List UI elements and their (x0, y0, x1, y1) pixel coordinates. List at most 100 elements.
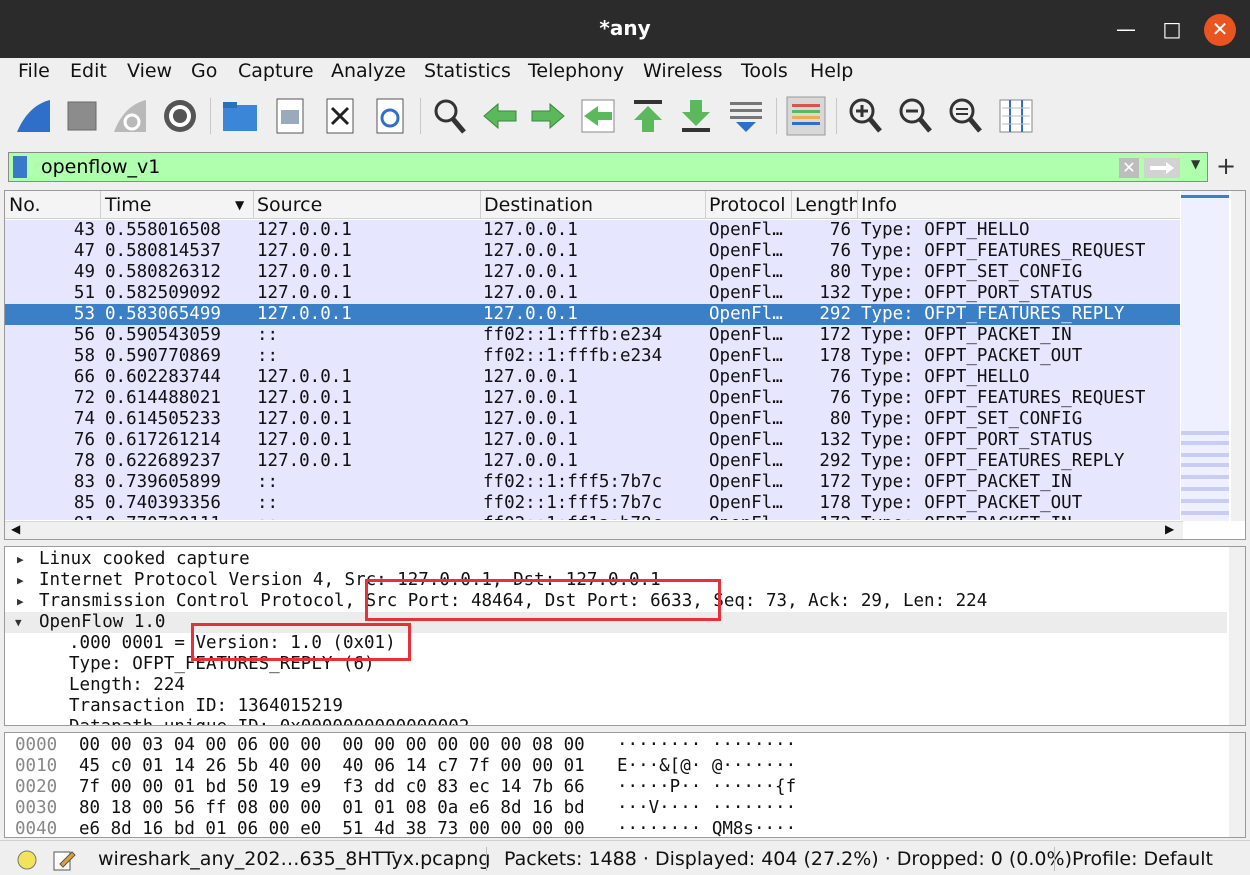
packet-row[interactable]: 56 0.590543059:: ff02::1:fffb:e234 OpenFl… 1… (5, 325, 1180, 346)
column-length[interactable]: Length (795, 194, 857, 216)
packet-row[interactable]: 78 0.622689237 127.0.0.1 127.0.0.1 OpenFl… 29… (5, 451, 1180, 472)
save-file-icon[interactable] (270, 96, 310, 136)
menu-wireless[interactable]: Wireless (643, 60, 723, 82)
packet-destination: 127.0.0.1 (483, 304, 578, 324)
collapse-arrow-icon[interactable]: ▼ (15, 612, 22, 633)
packet-row[interactable]: 58 0.590770869:: ff02::1:fffb:e234 OpenFl… 1… (5, 346, 1180, 367)
minimize-button[interactable]: — (1110, 14, 1142, 46)
packet-bytes-pane: 0000 00 00 03 04 00 06 00 00 00 00 00 00 … (4, 732, 1246, 838)
go-to-packet-icon[interactable] (578, 96, 618, 136)
reload-file-icon[interactable] (370, 96, 410, 136)
column-divider[interactable] (253, 191, 254, 219)
scroll-right-icon[interactable]: ▶ (1165, 522, 1174, 536)
tree-item-datapath-id[interactable]: ▶ Datapath unique ID: 0x0000000000000002 (5, 717, 1227, 725)
resize-columns-icon[interactable] (996, 96, 1036, 136)
column-divider[interactable] (100, 191, 101, 219)
close-window-button[interactable]: ✕ (1204, 14, 1236, 46)
tree-item-type[interactable]: Type: OFPT_FEATURES_REPLY (6) (5, 654, 1227, 675)
packet-source: 127.0.0.1 (257, 451, 352, 471)
expand-arrow-icon[interactable]: ▶ (17, 591, 24, 612)
bytes-vertical-scrollbar[interactable] (1229, 733, 1245, 837)
go-forward-arrow-icon[interactable] (528, 96, 568, 136)
packet-row[interactable]: 43 0.558016508 127.0.0.1 127.0.0.1 OpenFl… 76… (5, 220, 1180, 241)
hex-row[interactable]: 0000 00 00 03 04 00 06 00 00 00 00 00 00 … (5, 735, 1227, 756)
restart-fin-icon[interactable] (110, 96, 150, 136)
packet-row[interactable]: 51 0.582509092 127.0.0.1 127.0.0.1 OpenFl… 13… (5, 283, 1180, 304)
tree-item-version[interactable]: .000 0001 = Version: 1.0 (0x01) (5, 633, 1227, 654)
tree-item-linux-cooked[interactable]: ▶ Linux cooked capture (5, 549, 1227, 570)
menu-view[interactable]: View (127, 60, 172, 82)
zoom-in-icon[interactable] (846, 96, 886, 136)
capture-options-gear-icon[interactable] (160, 96, 200, 136)
menu-statistics[interactable]: Statistics (424, 60, 511, 82)
edit-comment-icon[interactable] (52, 848, 76, 872)
menu-edit[interactable]: Edit (70, 60, 107, 82)
menu-help[interactable]: Help (810, 60, 853, 82)
column-divider[interactable] (705, 191, 706, 219)
packet-minimap[interactable] (1181, 191, 1229, 521)
clear-filter-icon[interactable]: ✕ (1119, 158, 1139, 178)
packet-row[interactable]: 47 0.580814537 127.0.0.1 127.0.0.1 OpenFl… 76… (5, 241, 1180, 262)
column-destination[interactable]: Destination (484, 194, 593, 216)
go-first-icon[interactable] (628, 96, 668, 136)
menu-telephony[interactable]: Telephony (528, 60, 624, 82)
shark-fin-start-icon[interactable] (14, 96, 54, 136)
menu-analyze[interactable]: Analyze (331, 60, 406, 82)
display-filter-input[interactable] (39, 153, 1119, 181)
packet-row[interactable]: 49 0.580826312 127.0.0.1 127.0.0.1 OpenFl… 80… (5, 262, 1180, 283)
tree-item-transaction-id[interactable]: Transaction ID: 1364015219 (5, 696, 1227, 717)
packet-row[interactable]: 83 0.739605899:: ff02::1:fff5:7b7c OpenFl… 1… (5, 472, 1180, 493)
column-divider[interactable] (480, 191, 481, 219)
expert-info-indicator-icon[interactable] (16, 849, 38, 871)
find-magnifier-icon[interactable] (430, 96, 470, 136)
apply-filter-arrow-icon[interactable] (1144, 158, 1180, 178)
details-vertical-scrollbar[interactable] (1229, 547, 1245, 725)
colorize-icon[interactable] (786, 96, 826, 136)
packet-row[interactable]: 74 0.614505233 127.0.0.1 127.0.0.1 OpenFl… 80… (5, 409, 1180, 430)
capture-file-name[interactable]: wireshark_any_202…635_8HTTyx.pcapng (98, 848, 490, 870)
expand-arrow-icon[interactable]: ▶ (17, 570, 24, 591)
maximize-button[interactable]: □ (1156, 14, 1188, 46)
packet-row[interactable]: 72 0.614488021 127.0.0.1 127.0.0.1 OpenFl… 76… (5, 388, 1180, 409)
sort-descending-icon[interactable]: ▼ (235, 198, 244, 212)
profile-indicator[interactable]: Profile: Default (1072, 848, 1213, 870)
packet-list-horizontal-scrollbar[interactable]: ◀ ▶ (5, 521, 1183, 539)
column-source[interactable]: Source (257, 194, 322, 216)
hex-row[interactable]: 0030 80 18 00 56 ff 08 00 00 01 01 08 0a … (5, 798, 1227, 819)
go-last-icon[interactable] (676, 96, 716, 136)
chevron-down-icon[interactable]: ▼ (1191, 157, 1200, 171)
packet-row[interactable]: 85 0.740393356:: ff02::1:fff5:7b7c OpenFl… 1… (5, 493, 1180, 514)
packet-row-selected[interactable]: 53 0.583065499 127.0.0.1 127.0.0.1 OpenFl… 29… (5, 304, 1180, 325)
column-protocol[interactable]: Protocol (709, 194, 786, 216)
packet-row[interactable]: 66 0.602283744 127.0.0.1 127.0.0.1 OpenFl… 76… (5, 367, 1180, 388)
column-time[interactable]: Time (105, 194, 152, 216)
hex-row[interactable]: 0010 45 c0 01 14 26 5b 40 00 40 06 14 c7 … (5, 756, 1227, 777)
autoscroll-icon[interactable] (726, 96, 766, 136)
zoom-out-icon[interactable] (896, 96, 936, 136)
zoom-normal-icon[interactable] (946, 96, 986, 136)
close-file-icon[interactable] (320, 96, 360, 136)
go-back-arrow-icon[interactable] (480, 96, 520, 136)
add-filter-button[interactable]: + (1216, 152, 1236, 180)
menu-tools[interactable]: Tools (741, 60, 788, 82)
open-folder-icon[interactable] (220, 96, 260, 136)
hex-row[interactable]: 0020 7f 00 00 01 bd 50 19 e9 f3 dd c0 83 … (5, 777, 1227, 798)
bookmark-icon[interactable] (13, 156, 27, 178)
menu-go[interactable]: Go (191, 60, 217, 82)
hex-row[interactable]: 0040 e6 8d 16 bd 01 06 00 e0 51 4d 38 73 … (5, 819, 1227, 837)
expand-arrow-icon[interactable]: ▶ (45, 717, 52, 725)
packet-list-vertical-scrollbar[interactable] (1231, 191, 1245, 521)
menu-capture[interactable]: Capture (238, 60, 314, 82)
column-divider[interactable] (791, 191, 792, 219)
column-info[interactable]: Info (861, 194, 897, 216)
packet-row[interactable]: 76 0.617261214 127.0.0.1 127.0.0.1 OpenFl… 13… (5, 430, 1180, 451)
packet-row[interactable]: 91 0.770720111::ff02::1:ff1a:b78c OpenFl… 1… (5, 514, 1180, 520)
column-divider[interactable] (857, 191, 858, 219)
column-no[interactable]: No. (9, 194, 41, 216)
menu-file[interactable]: File (18, 60, 50, 82)
packet-length: 178 (819, 346, 851, 366)
scroll-left-icon[interactable]: ◀ (11, 522, 20, 536)
tree-item-length[interactable]: Length: 224 (5, 675, 1227, 696)
stop-square-icon[interactable] (62, 96, 102, 136)
expand-arrow-icon[interactable]: ▶ (17, 549, 24, 570)
